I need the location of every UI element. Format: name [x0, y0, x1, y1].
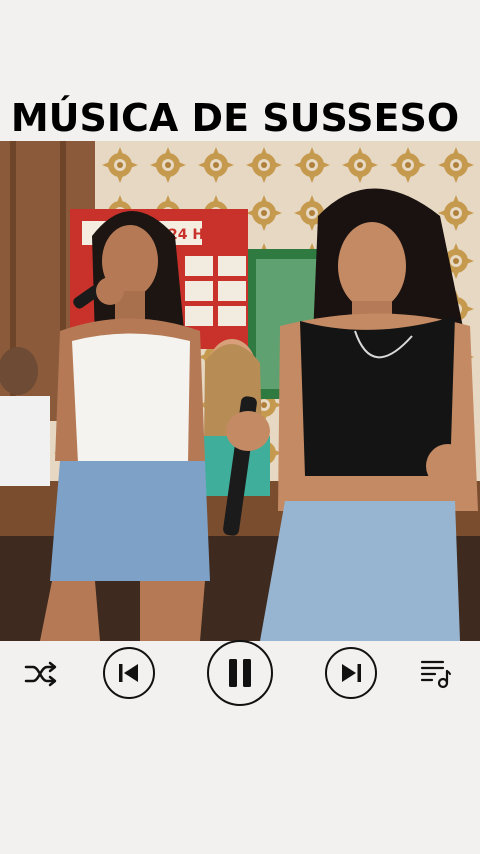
menu-sign-text: 24 Horas [168, 227, 238, 243]
shuffle-button[interactable] [22, 658, 60, 690]
previous-button[interactable] [103, 647, 155, 699]
player-controls [0, 640, 480, 710]
next-button[interactable] [325, 647, 377, 699]
playlist-icon [420, 660, 451, 689]
shuffle-icon [24, 661, 57, 687]
video-frame[interactable]: 24 Horas [0, 141, 480, 641]
pause-icon [229, 659, 251, 687]
playlist-button[interactable] [418, 656, 452, 690]
previous-icon [119, 664, 138, 682]
next-icon [342, 664, 361, 682]
page-title: MÚSICA DE SUSSESO [10, 96, 460, 140]
video-thumbnail: 24 Horas [0, 141, 480, 641]
pause-button[interactable] [207, 640, 273, 706]
